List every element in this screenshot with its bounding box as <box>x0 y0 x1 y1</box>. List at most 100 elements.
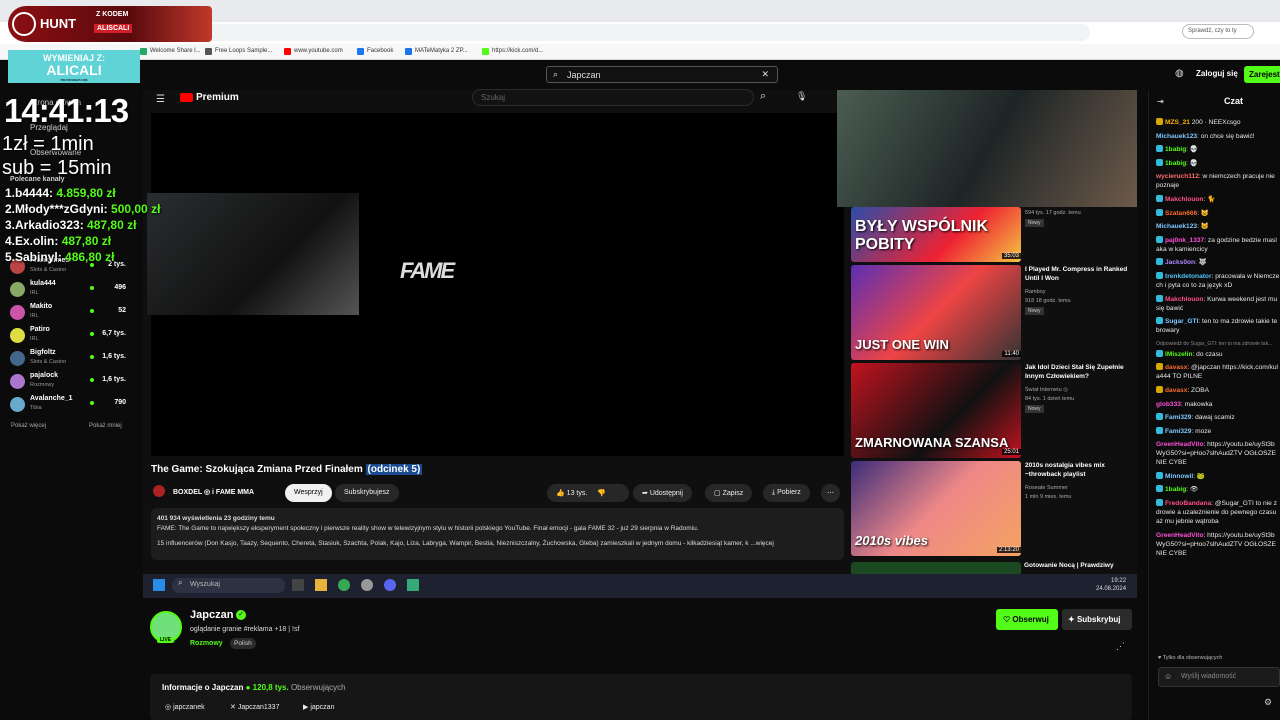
chat-username[interactable]: Minnowil <box>1165 473 1193 480</box>
app-icon <box>407 579 419 591</box>
donor-amount: 487,80 zł <box>61 234 112 248</box>
chat-username[interactable]: Fami329 <box>1165 414 1191 421</box>
streamer-name[interactable]: Japczan <box>190 609 233 621</box>
chat-input[interactable]: Wyślij wiadomość <box>1158 667 1280 687</box>
video-duration: 2:13:20 <box>996 547 1021 553</box>
badge-icon <box>1156 471 1163 479</box>
clear-search-icon[interactable]: ✕ <box>761 69 769 80</box>
chrome-icon <box>338 579 350 591</box>
youtube-description: 401 934 wyświetlenia 23 godziny temu FAM… <box>151 508 844 560</box>
collapse-chat-icon[interactable]: ⇥ <box>1157 97 1164 106</box>
taskbar-clock: 19:22 24.08.2024 <box>1096 578 1127 592</box>
recommended-video: JUST ONE WIN 11:40 I Played Mr. Compress… <box>851 265 1138 360</box>
chat-username[interactable]: 1babig <box>1165 486 1186 493</box>
promo-url: PIRATESWAP.COM <box>60 78 88 82</box>
chat-username[interactable]: lMiszelin <box>1165 351 1192 358</box>
bookmark-item[interactable]: Free Loops Sample... <box>205 44 272 58</box>
recommended-thumbnail: BYŁY WSPÓLNIK POBITY <box>851 207 1021 262</box>
chat-message: GreenHeadVito: https://youtu.be/uySt3bWy… <box>1156 440 1280 467</box>
hunt-logo: HUNT <box>40 16 77 31</box>
recommended-video-title: 2010s nostalgia vibes mix ~throwback pla… <box>1025 462 1105 478</box>
chat-username[interactable]: Fami329 <box>1165 428 1191 435</box>
bookmark-item[interactable]: Facebook <box>357 44 393 58</box>
globe-icon[interactable]: ◍ <box>1175 68 1184 79</box>
search-input[interactable]: ⌕ Japczan ✕ <box>546 66 778 83</box>
bookmark-item[interactable]: Welcome Share l... <box>140 44 201 58</box>
show-less-link[interactable]: Pokaż mniej <box>89 423 122 429</box>
chat-username[interactable]: MZS_21 <box>1165 119 1190 126</box>
emote-icon[interactable]: ☺ <box>1164 672 1172 681</box>
youtube-link[interactable]: ▶ japczan <box>303 703 334 711</box>
gear-icon[interactable]: ⚙ <box>1264 697 1272 708</box>
sidebar-channel[interactable]: Bigfoltz Slots & Casino 1,6 tys. <box>10 349 130 371</box>
channel-name: Avalanche_1 <box>30 395 73 402</box>
chat-username[interactable]: glob333 <box>1156 401 1181 408</box>
chat-username[interactable]: trenkdetonator <box>1165 273 1212 280</box>
badge-icon <box>1156 413 1163 421</box>
followers-only-notice: ♥ Tylko dla obserwujących <box>1158 655 1223 661</box>
chat-username[interactable]: Szatan666 <box>1165 210 1197 217</box>
stream-category[interactable]: Rozmowy <box>190 640 223 647</box>
address-bar[interactable] <box>190 24 1090 41</box>
browser-search-input[interactable]: Sprawdź, czy to ty <box>1182 24 1254 39</box>
donor-amount: 487,80 zł <box>87 218 137 232</box>
show-more-link[interactable]: Pokaż więcej <box>11 423 46 429</box>
chat-username[interactable]: 1babig <box>1165 160 1186 167</box>
sidebar-channel[interactable]: kula444 IRL 496 <box>10 280 130 302</box>
donor-name: 2.Młody***zGdyni: <box>5 202 108 216</box>
donor-entry: 2.Młody***zGdyni: 500,00 zł <box>5 202 160 216</box>
login-button[interactable]: Zaloguj się <box>1196 69 1238 78</box>
donor-name: 3.Arkadio323: <box>5 218 84 232</box>
bookmark-item[interactable]: https://kick.com/d... <box>482 44 543 58</box>
youtube-icon: ▶ <box>303 704 309 711</box>
chat-username[interactable]: Makchlouon <box>1165 196 1203 203</box>
instagram-link[interactable]: ◎ japczanek <box>165 703 205 711</box>
bookmark-item[interactable]: MATeMatyka 2 ZP... <box>405 44 468 58</box>
star-icon: ✦ <box>1068 615 1075 624</box>
chat-username[interactable]: Makchlouon <box>1165 296 1203 303</box>
share-arrow-icon: ➦ <box>642 490 648 497</box>
facebook-icon <box>357 47 364 55</box>
chat-username[interactable]: davasx <box>1165 387 1187 394</box>
chat-username[interactable]: Jacks0on <box>1165 259 1195 266</box>
share-icon[interactable]: ⋰ <box>1116 641 1125 652</box>
discord-icon <box>384 579 396 591</box>
chat-username[interactable]: paj0nk_1337 <box>1165 237 1204 244</box>
bookmark-item[interactable]: www.youtube.com <box>284 44 343 58</box>
badge-icon <box>1156 235 1163 243</box>
follow-button[interactable]: ♡ Obserwuj <box>996 609 1058 630</box>
chat-text: : 🐈 <box>1203 195 1216 203</box>
chat-text: : on chce się bawić! <box>1197 132 1255 140</box>
thumbnail-text: ZMARNOWANA SZANSA <box>855 435 1009 450</box>
sidebar-channel[interactable]: Patiro IRL 6,7 tys. <box>10 326 130 348</box>
youtube-search-icon: ⌕ <box>760 90 767 102</box>
video-meta: 84 tys. 1 dzień temu <box>1025 396 1075 402</box>
chat-username[interactable]: Michauek123 <box>1156 223 1197 230</box>
chat-username[interactable]: Michauek123 <box>1156 133 1197 140</box>
chat-username[interactable]: davasx <box>1165 364 1187 371</box>
rate-line: sub = 15min <box>2 157 112 179</box>
chat-username[interactable]: GreenHeadVito <box>1156 441 1204 448</box>
channel-name: Patiro <box>30 326 50 333</box>
sidebar-channel[interactable]: pajalock Rozmowy 1,6 tys. <box>10 372 130 394</box>
bookmark-icon <box>140 47 147 55</box>
app-icon <box>361 579 373 591</box>
sidebar-channel[interactable]: Makito IRL 52 <box>10 303 130 325</box>
chat-username[interactable]: 1babig <box>1165 146 1186 153</box>
sidebar-channel[interactable]: Avalanche_1 Tibia 790 <box>10 395 130 417</box>
chat-username[interactable]: Sugar_GTI <box>1165 318 1198 325</box>
chat-message: Michauek123: 🐱 <box>1156 222 1280 231</box>
chat-message: Makchlouon: 🐈 <box>1156 194 1280 204</box>
chat-text: : do czasu <box>1192 350 1223 358</box>
badge-icon <box>1156 499 1163 507</box>
chat-username[interactable]: wycieruch112 <box>1156 173 1199 180</box>
viewer-count: 52 <box>118 307 126 314</box>
hunt-code: ALISCALI <box>94 24 133 33</box>
kick-icon <box>482 47 489 55</box>
register-button[interactable]: Zarejestruj <box>1244 66 1280 83</box>
chat-username[interactable]: GreenHeadVito <box>1156 532 1204 539</box>
subscribe-button[interactable]: ✦ Subskrybuj <box>1062 609 1132 630</box>
language-tag[interactable]: Polish <box>230 638 256 649</box>
chat-username[interactable]: FredoBandana <box>1165 500 1211 507</box>
x-link[interactable]: ✕ Japczan1337 <box>230 703 279 711</box>
